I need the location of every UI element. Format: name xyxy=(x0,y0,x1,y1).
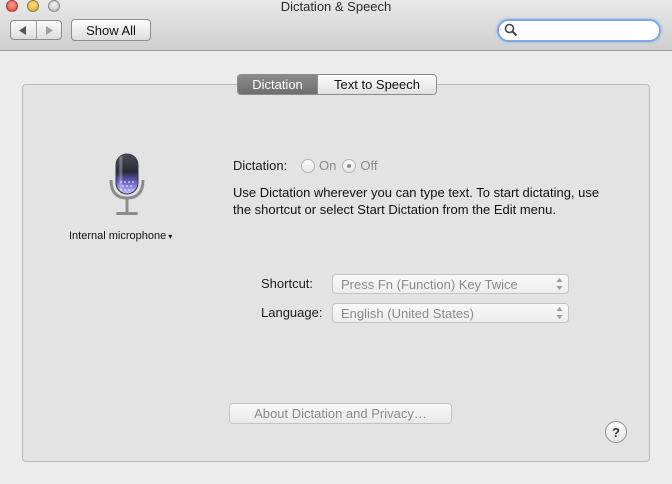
tab-bar: Dictation Text to Speech xyxy=(237,74,437,95)
search-field[interactable] xyxy=(497,19,661,42)
language-popup[interactable]: English (United States) xyxy=(332,303,569,323)
language-value: English (United States) xyxy=(341,305,474,321)
forward-arrow-icon xyxy=(45,25,53,35)
updown-arrows-icon xyxy=(556,307,563,319)
help-button[interactable]: ? xyxy=(605,421,627,443)
radio-circle xyxy=(301,158,315,173)
radio-label: On xyxy=(319,158,337,173)
chevron-down-icon: ▾ xyxy=(168,232,173,241)
radio-circle-selected xyxy=(342,158,357,173)
language-label: Language: xyxy=(261,305,323,320)
search-input[interactable] xyxy=(519,22,651,38)
updown-arrows-icon xyxy=(556,278,563,290)
window-title: Dictation & Speech xyxy=(280,0,392,14)
microphone-source-menu[interactable]: Internal microphone ▾ xyxy=(69,230,199,242)
tab-text-to-speech[interactable]: Text to Speech xyxy=(317,75,436,94)
microphone-label: Internal microphone xyxy=(69,230,167,242)
shortcut-popup[interactable]: Press Fn (Function) Key Twice xyxy=(332,274,569,294)
show-all-button[interactable]: Show All xyxy=(71,19,151,41)
dictation-radio-group: On Off xyxy=(301,158,377,173)
shortcut-label: Shortcut: xyxy=(261,276,314,291)
search-icon xyxy=(504,23,518,37)
title-bar: Dictation & Speech Show All xyxy=(0,0,672,51)
tab-dictation[interactable]: Dictation xyxy=(238,75,317,94)
back-arrow-icon xyxy=(19,25,27,35)
shortcut-value: Press Fn (Function) Key Twice xyxy=(341,276,518,292)
radio-label: Off xyxy=(360,158,378,173)
forward-button[interactable] xyxy=(35,21,62,39)
back-forward-control xyxy=(10,20,62,40)
about-dictation-privacy-button[interactable]: About Dictation and Privacy… xyxy=(229,403,452,424)
back-button[interactable] xyxy=(11,21,36,39)
dictation-description: Use Dictation wherever you can type text… xyxy=(233,185,600,217)
dictation-on-radio[interactable]: On xyxy=(301,158,336,173)
dictation-off-radio[interactable]: Off xyxy=(342,158,377,173)
preferences-window: Dictation & Speech Show All Dictation Te… xyxy=(0,0,672,484)
microphone-icon xyxy=(109,153,145,215)
dictation-label: Dictation: xyxy=(233,158,288,173)
